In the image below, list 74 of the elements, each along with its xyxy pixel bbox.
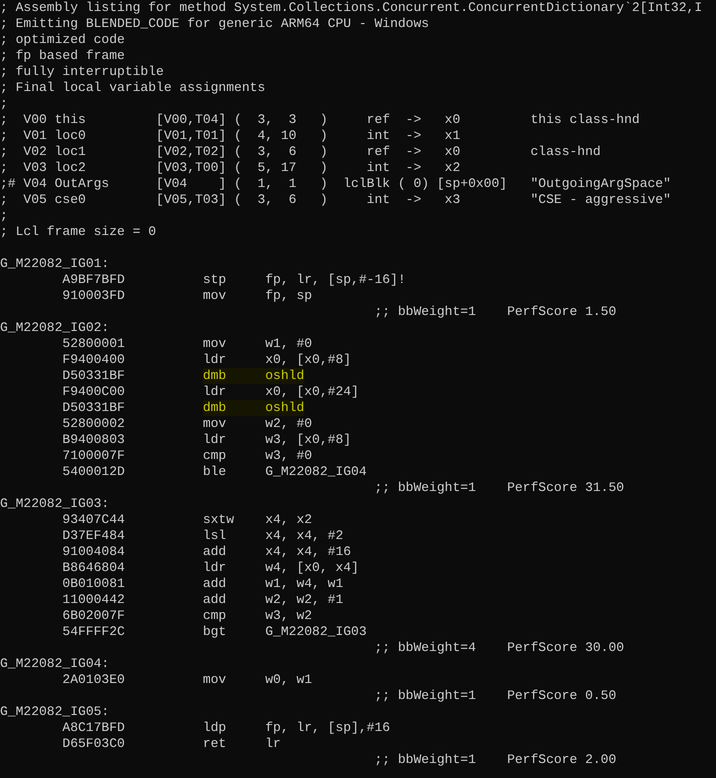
instruction-code: cmp w3, w2	[202, 608, 312, 624]
instruction-hex: 91004084	[62, 544, 126, 560]
comment-line: ;	[0, 96, 8, 112]
instruction-code: ldr w4, [x0, x4]	[202, 560, 359, 576]
block-label: G_M22082_IG04:	[0, 656, 110, 672]
instruction-code: cmp w3, #0	[202, 448, 312, 464]
instruction-hex: 910003FD	[62, 288, 126, 304]
comment-line: ; fp based frame	[0, 48, 125, 64]
comment-line: ; Emitting BLENDED_CODE for generic ARM64 CPU - Windows	[0, 16, 430, 32]
instruction-hex: D50331BF	[62, 400, 126, 416]
block-weight: ;; bbWeight=1	[374, 480, 477, 496]
instruction-hex: A9BF7BFD	[62, 272, 126, 288]
variable-line: ; V01 loc0 [V01,T01] ( 4, 10 ) int -> x1	[0, 128, 460, 144]
variable-line: ; V03 loc2 [V03,T00] ( 5, 17 ) int -> x2	[0, 160, 460, 176]
comment-line: ; Assembly listing for method System.Collections.Concurrent.ConcurrentDictionary`2[Int32,I	[0, 0, 702, 16]
perf-score: PerfScore 0.50	[507, 688, 616, 704]
comment-line: ;	[0, 208, 8, 224]
instruction-code: stp fp, lr, [sp,#-16]!	[202, 272, 406, 288]
block-weight: ;; bbWeight=1	[374, 688, 477, 704]
instruction-code: ret lr	[202, 736, 281, 752]
block-label: G_M22082_IG03:	[0, 496, 110, 512]
instruction-hex: B8646804	[62, 560, 126, 576]
comment-line: ; Final local variable assignments	[0, 80, 266, 96]
perf-score: PerfScore 2.00	[507, 752, 616, 768]
instruction-code: add w2, w2, #1	[202, 592, 344, 608]
instruction-hex: D37EF484	[62, 528, 126, 544]
comment-line: ; Lcl frame size = 0	[0, 224, 156, 240]
instruction-hex: 2A0103E0	[62, 672, 126, 688]
instruction-code: mov w0, w1	[202, 672, 312, 688]
perf-score: PerfScore 1.50	[507, 304, 616, 320]
block-label: G_M22082_IG02:	[0, 320, 110, 336]
instruction-code: mov fp, sp	[202, 288, 312, 304]
instruction-code: lsl x4, x4, #2	[202, 528, 344, 544]
block-weight: ;; bbWeight=4	[374, 640, 477, 656]
instruction-hex: 11000442	[62, 592, 126, 608]
instruction-hex: 5400012D	[62, 464, 126, 480]
variable-line: ;# V04 OutArgs [V04 ] ( 1, 1 ) lclBlk ( 0) [sp+0x00] "OutgoingArgSpace"	[0, 176, 671, 192]
block-label: G_M22082_IG01:	[0, 256, 110, 272]
instruction-code: ldr x0, [x0,#8]	[202, 352, 352, 368]
instruction-code: ldp fp, lr, [sp],#16	[202, 720, 390, 736]
instruction-code: add x4, x4, #16	[202, 544, 352, 560]
instruction-code: dmb oshld	[202, 400, 304, 416]
instruction-code: sxtw x4, x2	[202, 512, 312, 528]
perf-score: PerfScore 31.50	[507, 480, 624, 496]
variable-line: ; V05 cse0 [V05,T03] ( 3, 6 ) int -> x3 "CSE - aggressive"	[0, 192, 671, 208]
instruction-hex: F9400C00	[62, 384, 126, 400]
instruction-hex: D65F03C0	[62, 736, 126, 752]
instruction-hex: 52800002	[62, 416, 126, 432]
instruction-code: add w1, w4, w1	[202, 576, 344, 592]
instruction-code: bgt G_M22082_IG03	[202, 624, 367, 640]
block-weight: ;; bbWeight=1	[374, 752, 477, 768]
instruction-code: ble G_M22082_IG04	[202, 464, 367, 480]
instruction-hex: 6B02007F	[62, 608, 126, 624]
instruction-code: ldr x0, [x0,#24]	[202, 384, 359, 400]
instruction-code: mov w1, #0	[202, 336, 312, 352]
instruction-hex: A8C17BFD	[62, 720, 126, 736]
instruction-hex: 7100007F	[62, 448, 126, 464]
comment-line: ; fully interruptible	[0, 64, 164, 80]
instruction-code: ldr w3, [x0,#8]	[202, 432, 352, 448]
block-weight: ;; bbWeight=1	[374, 304, 477, 320]
block-label: G_M22082_IG05:	[0, 704, 110, 720]
variable-line: ; V00 this [V00,T04] ( 3, 3 ) ref -> x0 this class-hnd	[0, 112, 640, 128]
instruction-hex: B9400803	[62, 432, 126, 448]
instruction-hex: F9400400	[62, 352, 126, 368]
perf-score: PerfScore 30.00	[507, 640, 624, 656]
instruction-hex: 52800001	[62, 336, 126, 352]
instruction-code: dmb oshld	[202, 368, 304, 384]
comment-line: ; optimized code	[0, 32, 125, 48]
instruction-hex: 54FFFF2C	[62, 624, 126, 640]
instruction-hex: 0B010081	[62, 576, 126, 592]
instruction-hex: D50331BF	[62, 368, 126, 384]
instruction-code: mov w2, #0	[202, 416, 312, 432]
variable-line: ; V02 loc1 [V02,T02] ( 3, 6 ) ref -> x0 class-hnd	[0, 144, 601, 160]
instruction-hex: 93407C44	[62, 512, 126, 528]
